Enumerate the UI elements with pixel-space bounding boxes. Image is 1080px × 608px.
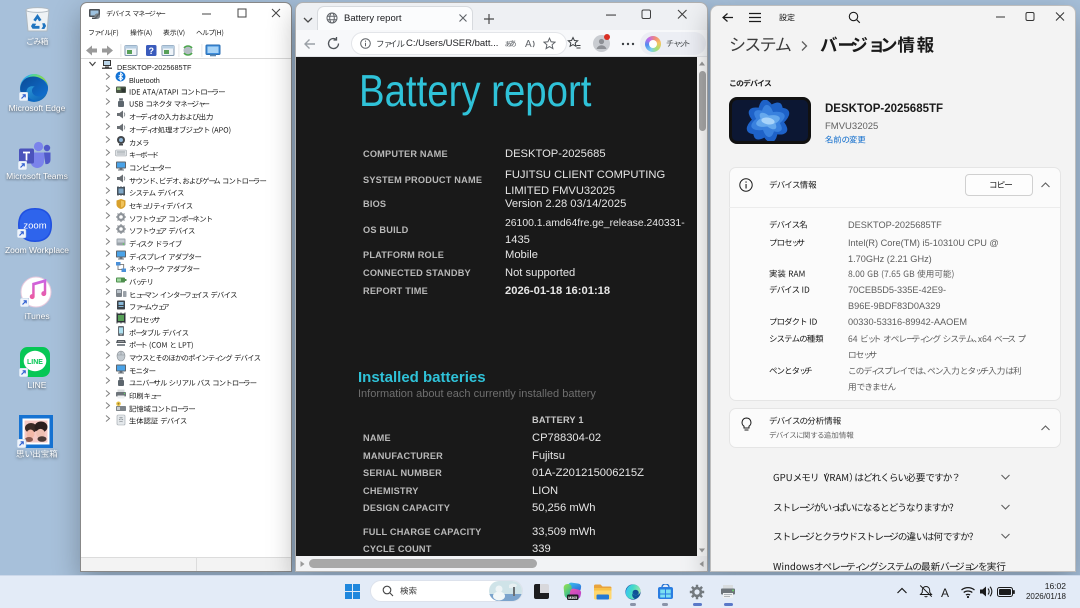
svg-text:M365: M365 xyxy=(568,596,577,600)
svg-text:?: ? xyxy=(148,46,154,56)
svg-text:LINE: LINE xyxy=(27,359,43,366)
svg-text:A: A xyxy=(525,39,532,50)
